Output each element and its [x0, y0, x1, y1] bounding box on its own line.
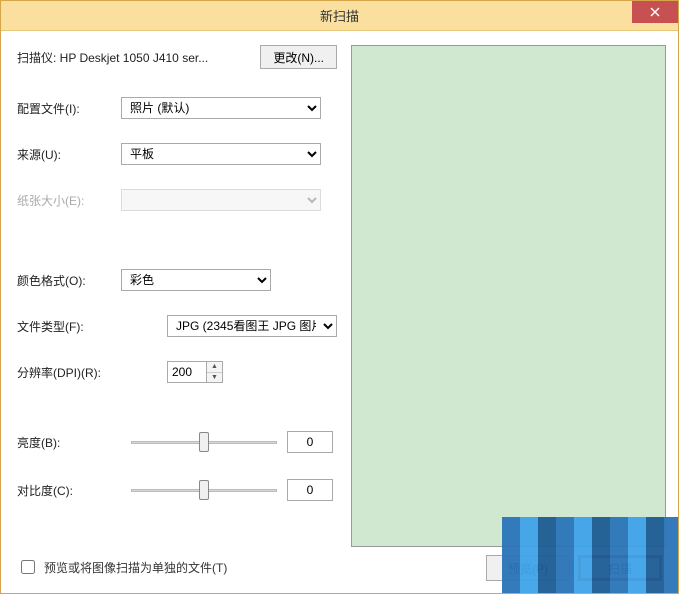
source-select[interactable]: 平板	[121, 143, 321, 165]
profile-label: 配置文件(I):	[17, 100, 121, 117]
close-icon	[650, 7, 660, 17]
profile-select[interactable]: 照片 (默认)	[121, 97, 321, 119]
dialog-body: 扫描仪: HP Deskjet 1050 J410 ser... 更改(N)..…	[1, 31, 678, 593]
contrast-label: 对比度(C):	[17, 482, 121, 499]
scan-dialog: 新扫描 扫描仪: HP Deskjet 1050 J410 ser... 更改(…	[0, 0, 679, 594]
right-panel: 预览(P) 扫描	[351, 45, 666, 581]
paper-size-select	[121, 189, 321, 211]
separate-files-label: 预览或将图像扫描为单独的文件(T)	[44, 559, 227, 576]
titlebar[interactable]: 新扫描	[1, 1, 678, 31]
file-type-label: 文件类型(F):	[17, 318, 167, 335]
source-label: 来源(U):	[17, 146, 121, 163]
brightness-slider[interactable]	[131, 432, 277, 452]
censored-overlay	[502, 517, 678, 593]
scanner-label: 扫描仪: HP Deskjet 1050 J410 ser...	[17, 49, 260, 66]
settings-panel: 扫描仪: HP Deskjet 1050 J410 ser... 更改(N)..…	[17, 45, 337, 581]
dpi-input[interactable]	[167, 361, 207, 383]
change-scanner-button[interactable]: 更改(N)...	[260, 45, 337, 69]
window-title: 新扫描	[320, 6, 359, 25]
preview-area[interactable]	[351, 45, 666, 547]
color-format-select[interactable]: 彩色	[121, 269, 271, 291]
brightness-label: 亮度(B):	[17, 434, 121, 451]
dpi-up-button[interactable]: ▲	[207, 362, 222, 373]
separate-files-checkbox[interactable]	[21, 560, 35, 574]
color-format-label: 颜色格式(O):	[17, 272, 121, 289]
brightness-value[interactable]: 0	[287, 431, 333, 453]
file-type-select[interactable]: JPG (2345看图王 JPG 图片	[167, 315, 337, 337]
dpi-label: 分辨率(DPI)(R):	[17, 364, 167, 381]
paper-size-label: 纸张大小(E):	[17, 192, 121, 209]
contrast-value[interactable]: 0	[287, 479, 333, 501]
close-button[interactable]	[632, 1, 678, 23]
contrast-slider[interactable]	[131, 480, 277, 500]
dpi-down-button[interactable]: ▼	[207, 373, 222, 383]
